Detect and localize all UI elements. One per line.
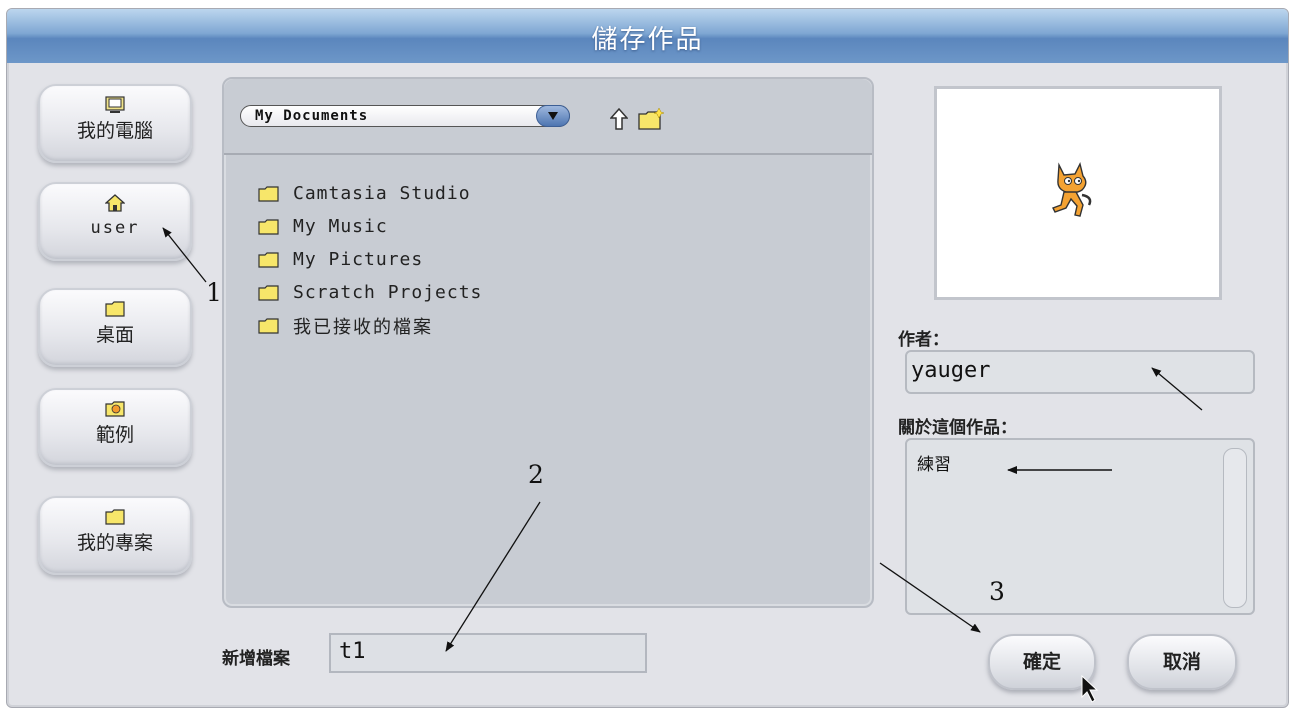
- annotation-arrows: [162, 227, 1203, 703]
- annotation-arrow: [1151, 367, 1203, 411]
- annotation-arrow: [879, 562, 981, 633]
- annotation-arrow: [162, 227, 207, 283]
- annotation-arrow: [445, 501, 541, 652]
- mouse-cursor-icon: [1081, 674, 1099, 703]
